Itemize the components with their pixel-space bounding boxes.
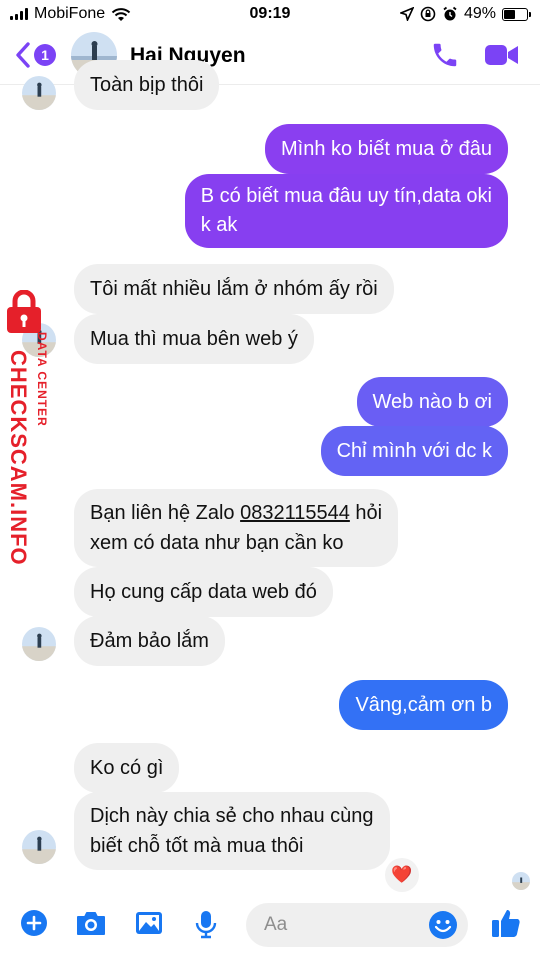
battery-fill	[504, 9, 515, 19]
message-text-line: Dịch này chia sẻ cho nhau cùng	[90, 805, 374, 827]
plus-icon[interactable]	[20, 909, 48, 937]
message-text-line: B có biết mua đâu uy tín,data oki	[200, 185, 492, 207]
message-bubble-in[interactable]: Ko có gì	[74, 743, 180, 793]
status-right: 49%	[399, 5, 531, 23]
thumbs-up-icon[interactable]	[490, 907, 522, 939]
message-bubble-out[interactable]: B có biết mua đâu uy tín,data oki k ak	[184, 174, 508, 248]
message-text: Đảm bảo lắm	[90, 630, 209, 652]
message-text: Vâng,cảm ơn b	[355, 694, 492, 716]
heart-reaction[interactable]: ❤️	[385, 858, 419, 892]
message-text: Chỉ mình với dc k	[336, 440, 492, 462]
message-bubble-out[interactable]: Chỉ mình với dc k	[320, 426, 508, 476]
message-text: hỏi	[349, 502, 383, 524]
message-bubble-in[interactable]: Dịch này chia sẻ cho nhau cùng biết chỗ …	[74, 792, 390, 870]
message-bubble-in[interactable]: Bạn liên hệ Zalo 0832115544 hỏi xem có d…	[74, 489, 399, 567]
seen-avatar	[512, 872, 530, 890]
avatar	[22, 76, 56, 110]
mic-icon[interactable]	[194, 909, 218, 939]
unread-badge: 1	[34, 44, 56, 66]
back-chevron-icon	[16, 42, 30, 68]
watermark-subtitle: DATA CENTER	[35, 332, 49, 427]
message-bubble-in[interactable]: Họ cung cấp data web đó	[74, 567, 333, 617]
message-text: Mua thì mua bên web ý	[90, 328, 298, 350]
watermark: DATA CENTER CHECKSCAM.INFO	[2, 290, 62, 566]
message-text: Họ cung cấp data web đó	[90, 581, 317, 603]
message-text-line: Bạn liên hệ Zalo 0832115544 hỏi	[90, 498, 382, 528]
location-icon	[399, 7, 414, 21]
message-text: Bạn liên hệ Zalo	[90, 502, 241, 524]
message-text: Web nào b ơi	[372, 391, 492, 413]
message-text-line: biết chỗ tốt mà mua thôi	[90, 835, 304, 857]
message-bubble-out[interactable]: Vâng,cảm ơn b	[339, 680, 508, 730]
camera-icon[interactable]	[75, 909, 107, 937]
phone-number-link[interactable]: 0832115544	[240, 502, 350, 524]
alarm-icon	[443, 6, 457, 21]
message-bubble-out[interactable]: Web nào b ơi	[356, 377, 508, 427]
video-icon[interactable]	[484, 42, 520, 68]
watermark-title: CHECKSCAM.INFO	[6, 350, 31, 566]
avatar	[22, 627, 56, 661]
message-bubble-in[interactable]: Đảm bảo lắm	[74, 616, 225, 666]
message-text: Toàn bịp thôi	[90, 74, 204, 96]
message-text: Tôi mất nhiều lắm ở nhóm ấy rồi	[90, 278, 378, 300]
message-text-line: k ak	[200, 214, 238, 236]
message-bubble-in[interactable]: Toàn bịp thôi	[74, 60, 220, 110]
emoji-icon[interactable]	[428, 910, 458, 940]
back-button[interactable]: 1	[14, 41, 56, 69]
image-icon[interactable]	[134, 909, 164, 937]
lock-rotation-icon	[420, 6, 436, 22]
message-bubble-in[interactable]: Mua thì mua bên web ý	[74, 314, 314, 364]
status-bar: MobiFone 09:19 49%	[0, 0, 540, 30]
message-bubble-out[interactable]: Mình ko biết mua ở đâu	[264, 124, 508, 174]
message-text: Mình ko biết mua ở đâu	[280, 138, 492, 160]
message-input-wrapper	[246, 903, 468, 947]
message-text-line: xem có data như bạn cần ko	[90, 532, 344, 554]
phone-icon[interactable]	[430, 40, 460, 70]
padlock-icon	[7, 290, 41, 333]
message-composer	[0, 895, 540, 960]
battery-icon	[502, 7, 531, 21]
message-text: Ko có gì	[90, 757, 164, 779]
avatar	[22, 830, 56, 864]
message-bubble-in[interactable]: Tôi mất nhiều lắm ở nhóm ấy rồi	[74, 264, 394, 314]
message-input[interactable]	[264, 903, 424, 947]
battery-percent: 49%	[463, 5, 496, 22]
